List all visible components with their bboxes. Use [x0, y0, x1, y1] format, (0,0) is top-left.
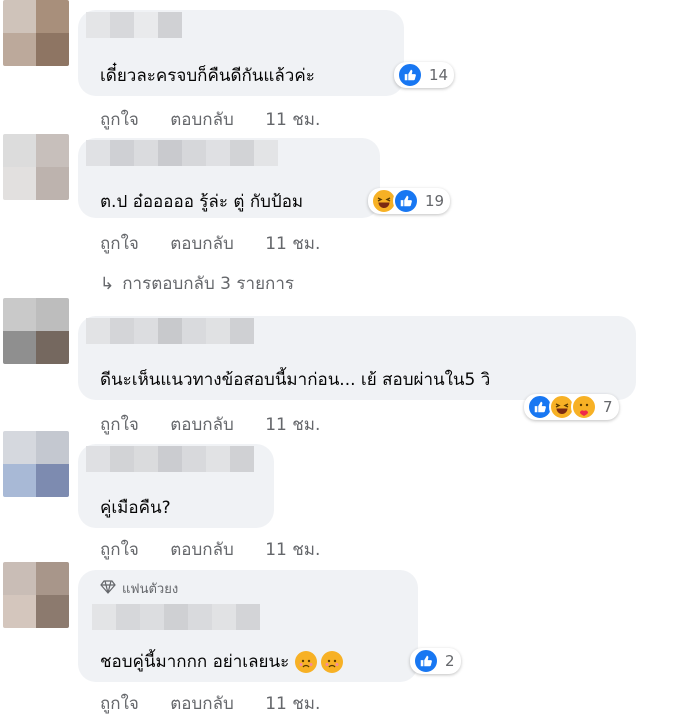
- comment-bubble: ดีนะเห็นแนวทางข้อสอบนี้มาก่อน... เย้ สอบ…: [78, 316, 636, 400]
- timestamp[interactable]: 11 ชม.: [265, 694, 320, 714]
- reply-link[interactable]: ตอบกลับ: [170, 694, 234, 714]
- comment-text: ต.ป อ๋อออออ รู้ล่ะ ตู่ กับป้อม: [100, 192, 304, 212]
- comment-bubble: คู่เมือคืน?: [78, 444, 274, 528]
- like-link[interactable]: ถูกใจ: [100, 694, 139, 714]
- view-replies-link[interactable]: ↳ การตอบกลับ 3 รายการ: [100, 270, 294, 297]
- reaction-count: 7: [603, 398, 613, 416]
- replies-count-label: การตอบกลับ 3 รายการ: [122, 274, 294, 294]
- reply-link[interactable]: ตอบกลับ: [170, 234, 234, 254]
- sad-face-emoji-icon: [321, 650, 344, 673]
- commenter-name-blurred[interactable]: [86, 318, 254, 344]
- reply-arrow-icon: ↳: [100, 274, 115, 294]
- timestamp[interactable]: 11 ชม.: [265, 110, 320, 130]
- commenter-name-blurred[interactable]: [86, 140, 278, 166]
- top-fan-badge: แฟนตัวยง: [100, 578, 178, 599]
- commenter-name-blurred[interactable]: [92, 604, 260, 630]
- comment-actions: ถูกใจ ตอบกลับ 11 ชม.: [100, 690, 346, 717]
- reaction-summary[interactable]: 2: [410, 648, 461, 674]
- reaction-summary[interactable]: 7: [524, 394, 619, 420]
- badge-label: แฟนตัวยง: [122, 582, 179, 597]
- avatar[interactable]: [3, 0, 69, 66]
- avatar[interactable]: [3, 431, 69, 497]
- comment-text: ดีนะเห็นแนวทางข้อสอบนี้มาก่อน... เย้ สอบ…: [100, 370, 491, 390]
- reply-link[interactable]: ตอบกลับ: [170, 110, 234, 130]
- avatar[interactable]: [3, 134, 69, 200]
- comment-actions: ถูกใจ ตอบกลับ 11 ชม.: [100, 230, 346, 257]
- like-link[interactable]: ถูกใจ: [100, 540, 139, 560]
- commenter-name-blurred[interactable]: [86, 446, 254, 472]
- diamond-icon: [100, 579, 116, 598]
- care-reaction-icon: [571, 394, 597, 420]
- comment-text: เดี๋ยวละครจบก็คืนดีกันแล้วค่ะ: [100, 66, 315, 86]
- comment-bubble: แฟนตัวยง ชอบคู่นี้มากกก อย่าเลยนะ: [78, 570, 418, 682]
- reply-link[interactable]: ตอบกลับ: [170, 540, 234, 560]
- like-link[interactable]: ถูกใจ: [100, 415, 139, 435]
- commenter-name-blurred[interactable]: [86, 12, 182, 38]
- timestamp[interactable]: 11 ชม.: [265, 540, 320, 560]
- comment-actions: ถูกใจ ตอบกลับ 11 ชม.: [100, 411, 346, 438]
- reaction-count: 19: [425, 192, 445, 210]
- reaction-summary[interactable]: 19: [368, 188, 451, 214]
- comment-text-body: ชอบคู่นี้มากกก อย่าเลยนะ: [100, 652, 290, 672]
- comment-text: คู่เมือคืน?: [100, 498, 171, 518]
- reaction-summary[interactable]: 14: [394, 62, 455, 88]
- comment-bubble: ต.ป อ๋อออออ รู้ล่ะ ตู่ กับป้อม: [78, 138, 380, 218]
- comment-text: ชอบคู่นี้มากกก อย่าเลยนะ: [100, 648, 344, 675]
- comment-actions: ถูกใจ ตอบกลับ 11 ชม.: [100, 106, 346, 133]
- reply-link[interactable]: ตอบกลับ: [170, 415, 234, 435]
- like-reaction-icon: [397, 62, 423, 88]
- like-reaction-icon: [393, 188, 419, 214]
- timestamp[interactable]: 11 ชม.: [265, 234, 320, 254]
- timestamp[interactable]: 11 ชม.: [265, 415, 320, 435]
- reaction-count: 14: [429, 66, 449, 84]
- avatar[interactable]: [3, 562, 69, 628]
- like-link[interactable]: ถูกใจ: [100, 234, 139, 254]
- comment-actions: ถูกใจ ตอบกลับ 11 ชม.: [100, 536, 346, 563]
- reaction-count: 2: [445, 652, 455, 670]
- sad-face-emoji-icon: [295, 650, 318, 673]
- like-reaction-icon: [413, 648, 439, 674]
- comment-bubble: เดี๋ยวละครจบก็คืนดีกันแล้วค่ะ: [78, 10, 404, 96]
- avatar[interactable]: [3, 298, 69, 364]
- like-link[interactable]: ถูกใจ: [100, 110, 139, 130]
